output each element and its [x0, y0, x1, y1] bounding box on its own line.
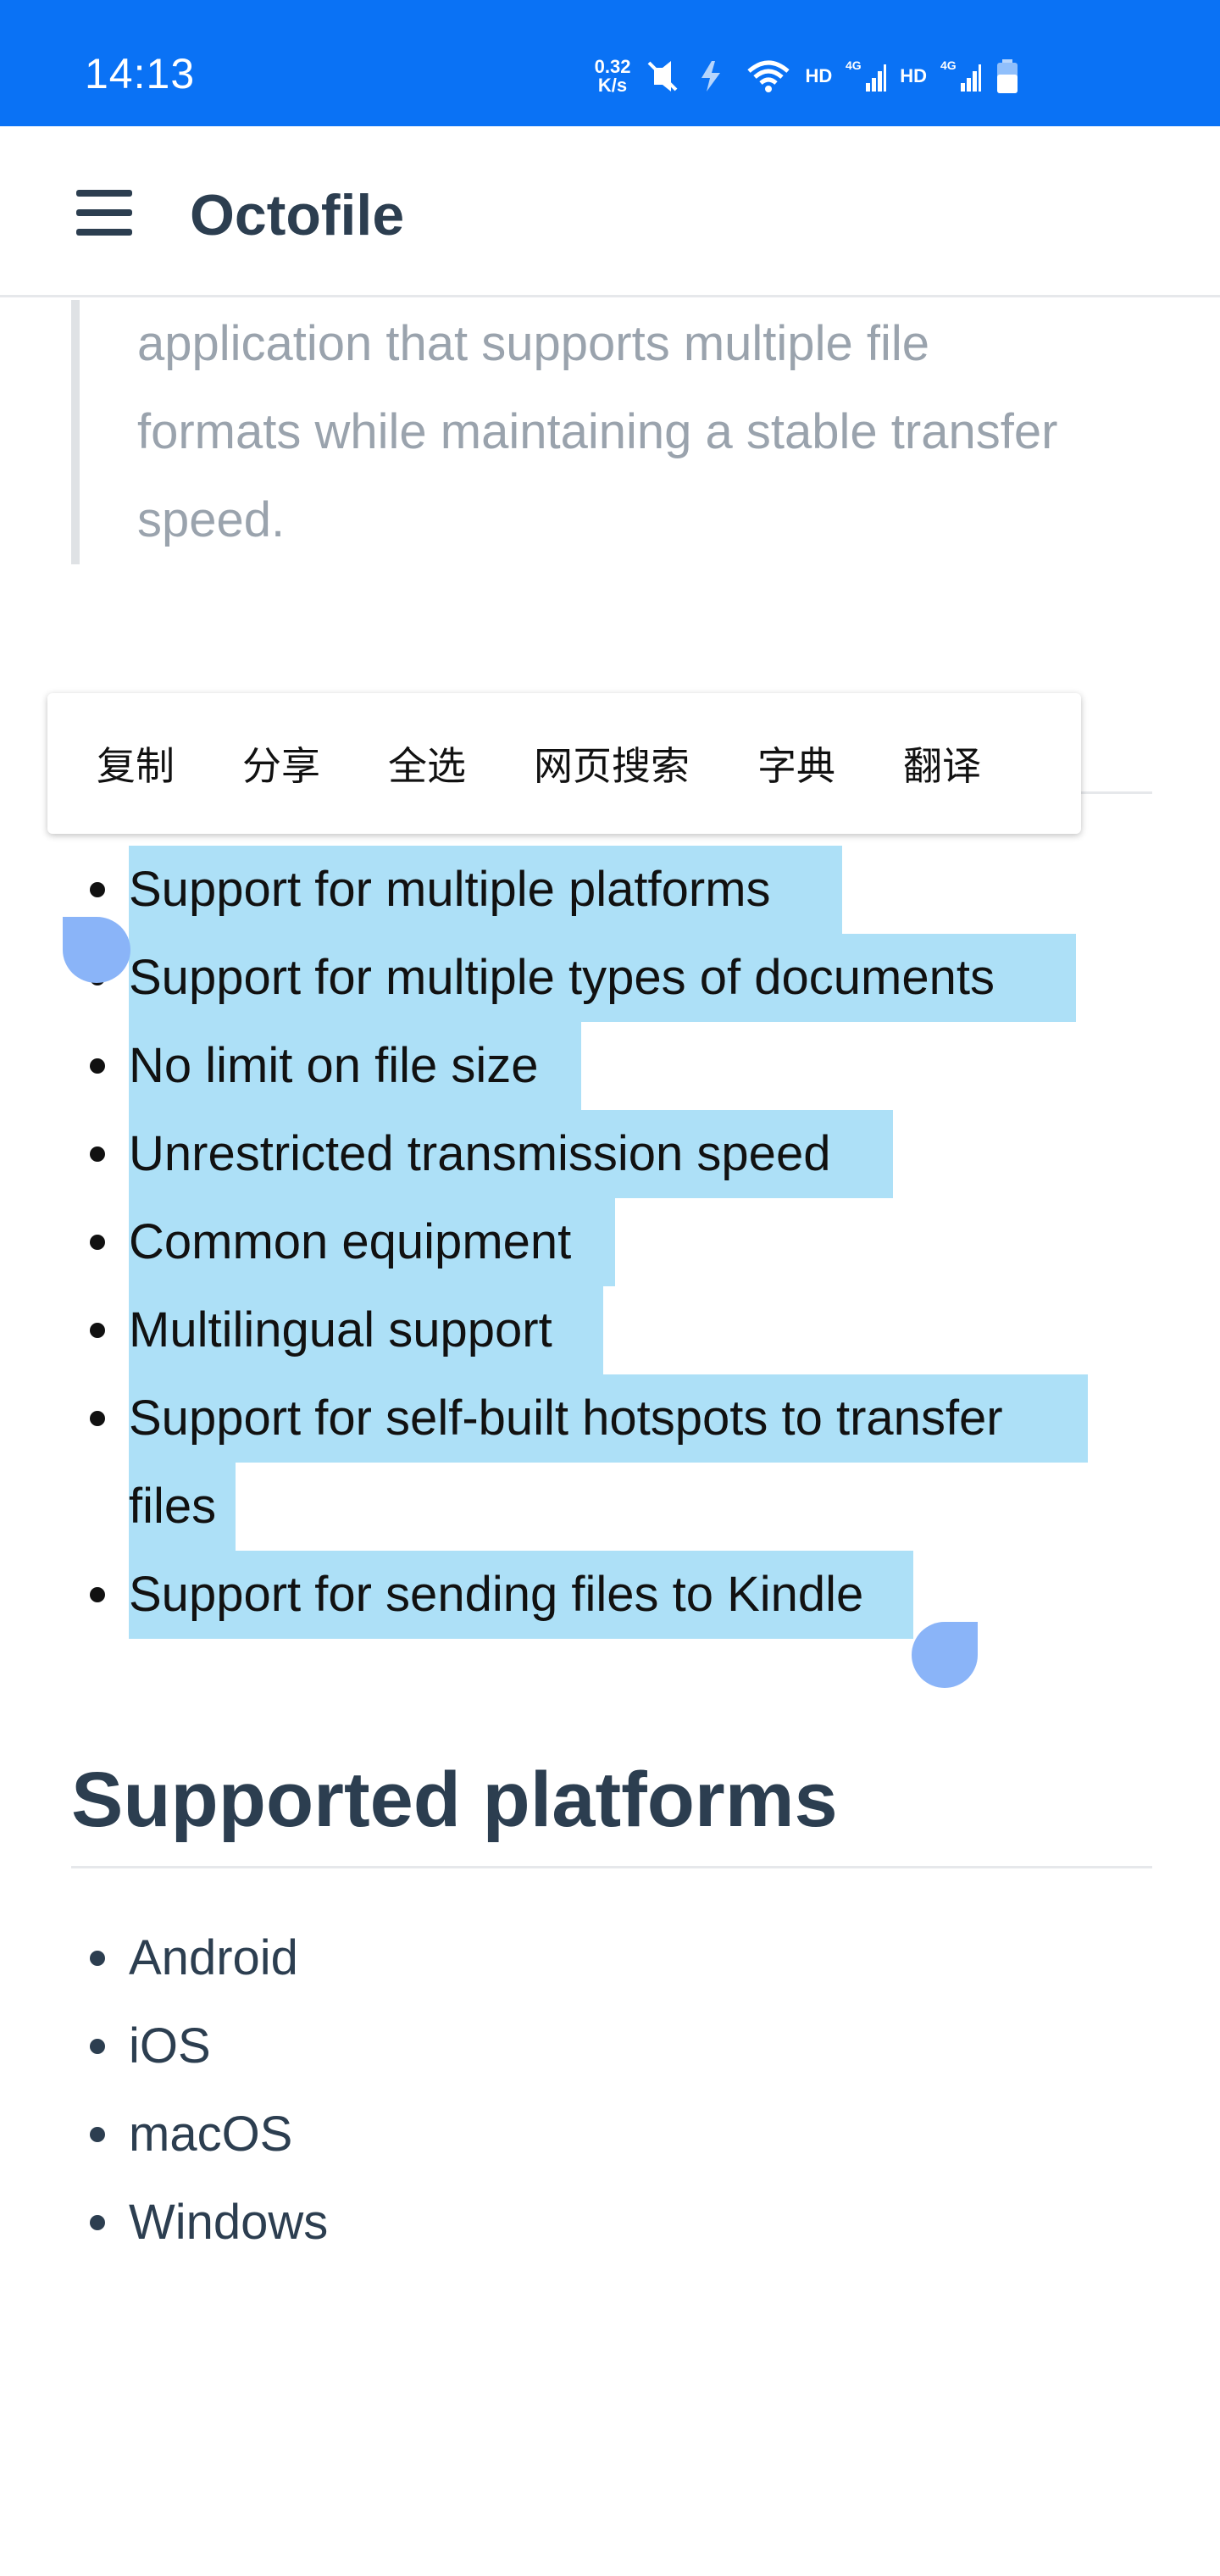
- network-speed-unit: K/s: [597, 75, 628, 96]
- selection-end-handle[interactable]: [912, 1622, 978, 1688]
- context-menu-web-search[interactable]: 网页搜索: [534, 736, 690, 791]
- platform-item: Windows: [129, 2195, 329, 2250]
- app-bar: Octofile: [0, 126, 1220, 297]
- context-menu-dictionary[interactable]: 字典: [757, 736, 835, 791]
- blockquote-line: speed.: [137, 492, 286, 547]
- bullet-icon: [90, 1146, 105, 1162]
- status-bar: 14:13 0.32 K/s HD 4G HD 4G: [0, 0, 1220, 126]
- list-item[interactable]: Support for multiple types of documents: [129, 934, 995, 1022]
- bullet-icon: [90, 1323, 105, 1338]
- context-menu-copy[interactable]: 复制: [97, 736, 175, 791]
- context-menu-share[interactable]: 分享: [242, 736, 320, 791]
- blockquote-text: application that supports multiple file …: [137, 300, 1188, 564]
- list-item[interactable]: Support for multiple platforms: [129, 846, 771, 934]
- hd-label-1: HD: [805, 65, 833, 86]
- bullet-icon: [90, 1058, 105, 1074]
- svg-text:4G: 4G: [940, 58, 957, 72]
- signal-icon: 4G: [846, 58, 887, 95]
- page: 14:13 0.32 K/s HD 4G HD 4G Octofile appl…: [0, 0, 1220, 2576]
- list-item-continuation[interactable]: files: [129, 1463, 216, 1551]
- network-speed-value: 0.32: [594, 56, 631, 77]
- section-divider: [71, 1866, 1152, 1868]
- hd-label-2: HD: [900, 65, 927, 86]
- blockquote-line: application that supports multiple file: [137, 316, 929, 371]
- platform-item: iOS: [129, 2018, 211, 2074]
- list-item[interactable]: No limit on file size: [129, 1022, 538, 1110]
- list-item[interactable]: Support for sending files to Kindle: [129, 1551, 863, 1639]
- network-speed: 0.32 K/s: [595, 58, 631, 95]
- bullet-icon: [90, 1951, 105, 1966]
- svg-text:4G: 4G: [846, 58, 862, 72]
- bullet-icon: [90, 2039, 105, 2054]
- list-item[interactable]: Common equipment: [129, 1198, 571, 1286]
- signal-icon: 4G: [940, 58, 981, 95]
- list-item[interactable]: Support for self-built hotspots to trans…: [129, 1374, 1003, 1463]
- text-selection-context-menu: 复制 分享 全选 网页搜索 字典 翻译: [47, 693, 1081, 834]
- data-saver-icon: [695, 58, 732, 95]
- list-item[interactable]: Multilingual support: [129, 1286, 552, 1374]
- context-menu-select-all[interactable]: 全选: [388, 736, 466, 791]
- bullet-icon: [90, 2127, 105, 2142]
- blockquote-line: formats while maintaining a stable trans…: [137, 404, 1058, 459]
- selection-start-handle[interactable]: [63, 917, 130, 983]
- hamburger-menu-icon[interactable]: [76, 190, 132, 236]
- bullet-icon: [90, 1587, 105, 1602]
- bullet-icon: [90, 882, 105, 897]
- platform-item: macOS: [129, 2107, 293, 2162]
- app-title: Octofile: [190, 183, 405, 247]
- context-menu-translate[interactable]: 翻译: [903, 736, 981, 791]
- bullet-icon: [90, 1411, 105, 1426]
- status-icons: 0.32 K/s HD 4G HD 4G: [595, 53, 1020, 100]
- bullet-icon: [90, 2215, 105, 2230]
- mute-vibrate-icon: [644, 58, 681, 95]
- status-time: 14:13: [85, 50, 196, 97]
- bullet-icon: [90, 1235, 105, 1250]
- list-item[interactable]: Unrestricted transmission speed: [129, 1110, 830, 1198]
- platform-item: Android: [129, 1930, 298, 1985]
- wifi-icon: [746, 58, 791, 95]
- blockquote: application that supports multiple file …: [71, 300, 1173, 564]
- section-heading: Supported platforms: [71, 1757, 838, 1843]
- battery-icon: [995, 58, 1020, 95]
